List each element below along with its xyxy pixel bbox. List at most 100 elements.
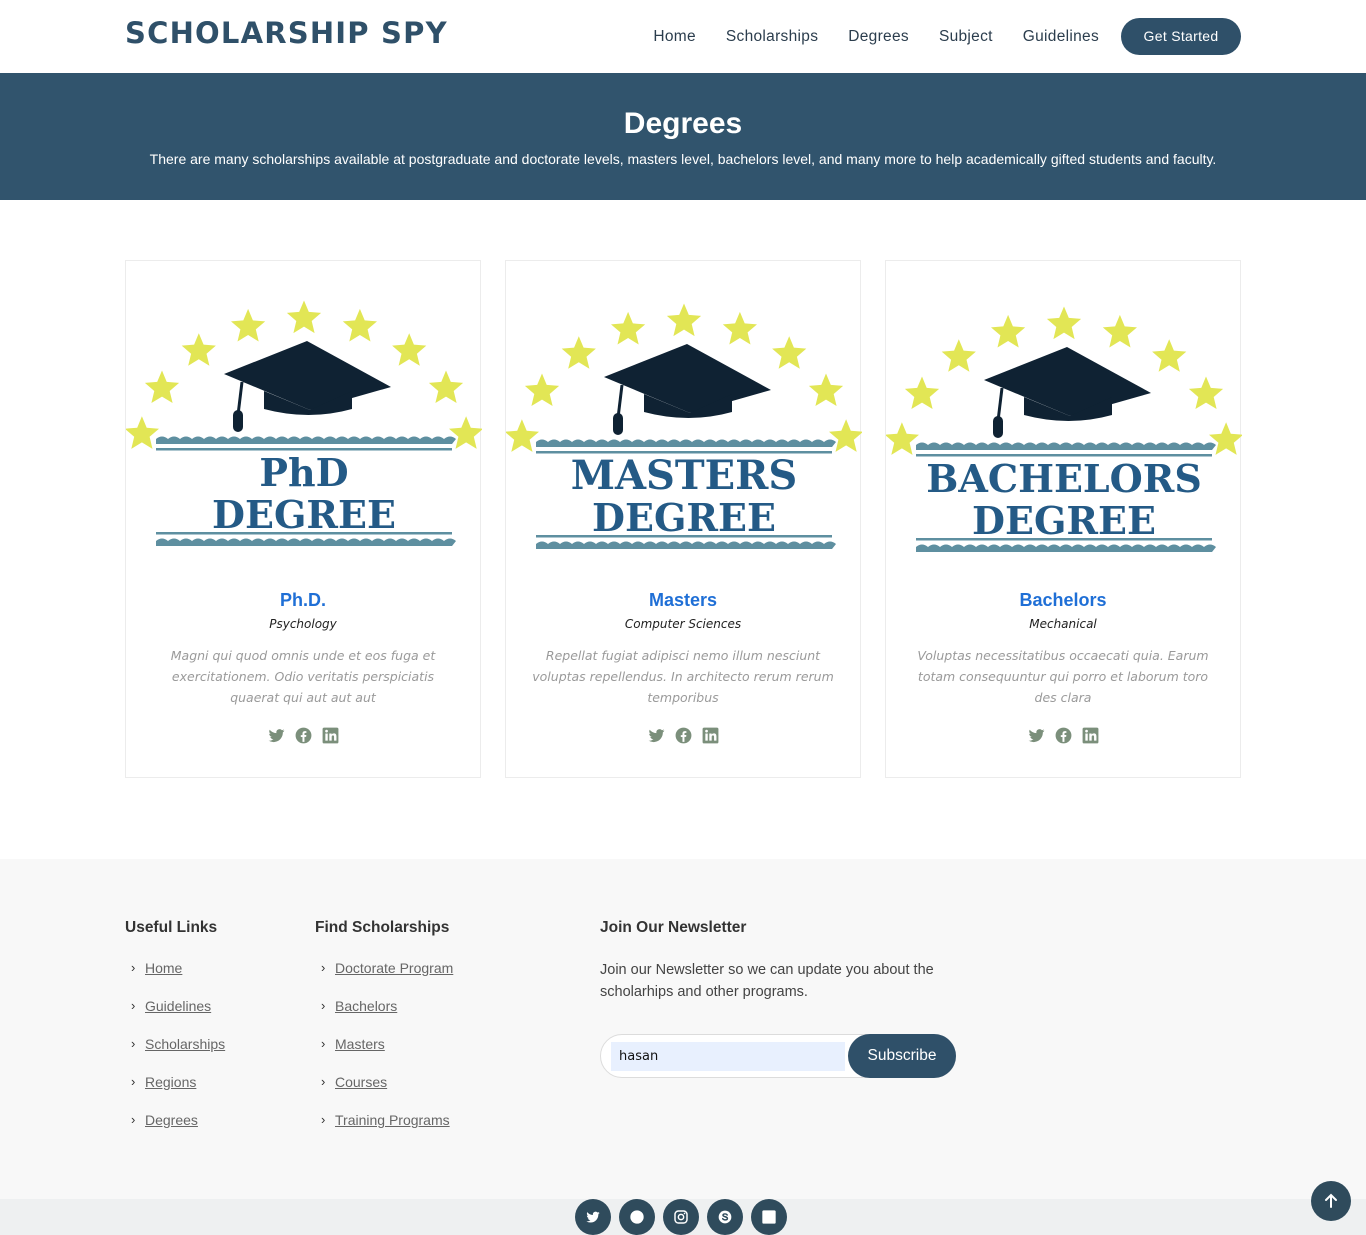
facebook-icon[interactable] — [1054, 726, 1073, 745]
degree-art-line1: BACHELORS — [926, 456, 1202, 501]
star-icon — [428, 370, 464, 403]
useful-links-title: Useful Links — [125, 919, 218, 936]
linkedin-icon[interactable] — [701, 726, 720, 745]
footer-link-courses[interactable]: Courses — [335, 1074, 387, 1090]
star-icon — [1046, 306, 1082, 340]
chevron-right-icon: › — [321, 1074, 326, 1089]
facebook-icon — [629, 1209, 645, 1225]
degree-art-line2: DEGREE — [592, 495, 776, 540]
footer-link-guidelines[interactable]: Guidelines — [145, 998, 211, 1014]
site-header: SCHOLARSHIP SPY Home Scholarships Degree… — [0, 0, 1366, 73]
footer-link-training[interactable]: Training Programs — [335, 1112, 450, 1128]
arrow-up-icon — [1325, 1193, 1337, 1208]
star-icon — [144, 370, 180, 403]
star-icon — [772, 336, 807, 369]
degree-name[interactable]: Bachelors — [886, 590, 1240, 611]
linkedin-icon[interactable] — [1081, 726, 1100, 745]
twitter-icon[interactable] — [647, 726, 666, 745]
chevron-right-icon: › — [131, 1112, 136, 1127]
list-item: › Masters — [315, 1034, 453, 1072]
footer-link-doctorate[interactable]: Doctorate Program — [335, 960, 453, 976]
chevron-right-icon: › — [131, 998, 136, 1013]
get-started-button[interactable]: Get Started — [1121, 18, 1241, 55]
chevron-right-icon: › — [321, 1036, 326, 1051]
star-icon — [884, 422, 919, 455]
degree-name[interactable]: Masters — [506, 590, 860, 611]
star-icon — [342, 308, 377, 342]
star-icon — [561, 336, 596, 369]
list-item: › Bachelors — [315, 996, 453, 1034]
list-item: › Guidelines — [125, 996, 225, 1034]
newsletter-form: Subscribe — [600, 1034, 956, 1078]
linkedin-icon — [761, 1209, 777, 1225]
footer-link-masters[interactable]: Masters — [335, 1036, 385, 1052]
back-to-top-button[interactable] — [1311, 1181, 1351, 1221]
degree-artwork: PhD DEGREE — [124, 261, 484, 561]
degree-card-phd: PhD DEGREE Ph.D. Psychology Magni qui qu… — [124, 260, 484, 778]
list-item: › Home — [125, 958, 225, 996]
newsletter-email-input[interactable] — [611, 1042, 845, 1071]
footer-twitter-button[interactable] — [575, 1199, 611, 1235]
star-icon — [1102, 314, 1137, 348]
card-social-links — [886, 726, 1240, 745]
degree-art-line2: DEGREE — [972, 498, 1156, 543]
footer-link-regions[interactable]: Regions — [145, 1074, 196, 1090]
star-icon — [829, 419, 864, 452]
useful-links-column: Useful Links › Home › Guidelines › Scholars… — [125, 919, 225, 1148]
footer-link-bachelors[interactable]: Bachelors — [335, 998, 397, 1014]
star-icon — [392, 333, 427, 366]
list-item: › Courses — [315, 1072, 453, 1110]
footer-link-scholarships[interactable]: Scholarships — [145, 1036, 225, 1052]
star-icon — [611, 311, 646, 345]
chevron-right-icon: › — [321, 1112, 326, 1127]
nav-guidelines[interactable]: Guidelines — [1023, 18, 1099, 55]
facebook-icon[interactable] — [674, 726, 693, 745]
footer-skype-button[interactable] — [707, 1199, 743, 1235]
page-title: Degrees — [623, 107, 743, 140]
list-item: › Regions — [125, 1072, 225, 1110]
footer-facebook-button[interactable] — [619, 1199, 655, 1235]
chevron-right-icon: › — [131, 1074, 136, 1089]
degree-description: Voluptas necessitatibus occaecati quia. … — [917, 648, 1209, 705]
star-icon — [808, 373, 844, 406]
nav-home[interactable]: Home — [653, 18, 696, 55]
find-scholarships-column: Find Scholarships › Doctorate Program › Ba… — [315, 919, 453, 1148]
star-icon — [524, 373, 560, 406]
degree-art-line1: MASTERS — [571, 452, 798, 499]
footer-link-degrees[interactable]: Degrees — [145, 1112, 198, 1128]
main-nav: Home Scholarships Degrees Subject Guidel… — [623, 18, 1241, 55]
newsletter-title: Join Our Newsletter — [600, 919, 747, 936]
star-icon — [286, 300, 322, 334]
nav-degrees[interactable]: Degrees — [848, 18, 909, 55]
footer-social-links — [575, 1199, 787, 1235]
star-icon — [904, 376, 940, 409]
degree-cards: PhD DEGREE Ph.D. Psychology Magni qui qu… — [124, 260, 1244, 778]
star-icon — [231, 308, 266, 342]
degree-artwork: BACHELORS DEGREE — [884, 261, 1244, 561]
star-icon — [666, 303, 702, 337]
degree-subject: Mechanical — [1029, 617, 1097, 631]
linkedin-icon[interactable] — [321, 726, 340, 745]
page-subtitle: There are many scholarships available at… — [149, 151, 1217, 167]
instagram-icon — [673, 1209, 689, 1225]
degree-name[interactable]: Ph.D. — [126, 590, 480, 611]
footer-instagram-button[interactable] — [663, 1199, 699, 1235]
list-item: › Doctorate Program — [315, 958, 453, 996]
list-item: › Training Programs — [315, 1110, 453, 1148]
chevron-right-icon: › — [321, 998, 326, 1013]
footer-link-home[interactable]: Home — [145, 960, 182, 976]
degree-card-masters: MASTERS DEGREE Masters Computer Sciences… — [504, 260, 864, 778]
degree-description: Repellat fugiat adipisci nemo illum nesc… — [532, 648, 834, 705]
twitter-icon[interactable] — [267, 726, 286, 745]
star-icon — [1152, 339, 1187, 372]
nav-scholarships[interactable]: Scholarships — [726, 18, 818, 55]
site-logo[interactable]: SCHOLARSHIP SPY — [125, 16, 448, 50]
subscribe-button[interactable]: Subscribe — [848, 1034, 956, 1078]
facebook-icon[interactable] — [294, 726, 313, 745]
star-icon — [1188, 376, 1224, 409]
star-icon — [449, 416, 484, 449]
footer-linkedin-button[interactable] — [751, 1199, 787, 1235]
twitter-icon[interactable] — [1027, 726, 1046, 745]
nav-subject[interactable]: Subject — [939, 18, 993, 55]
degree-artwork: MASTERS DEGREE — [504, 261, 864, 561]
